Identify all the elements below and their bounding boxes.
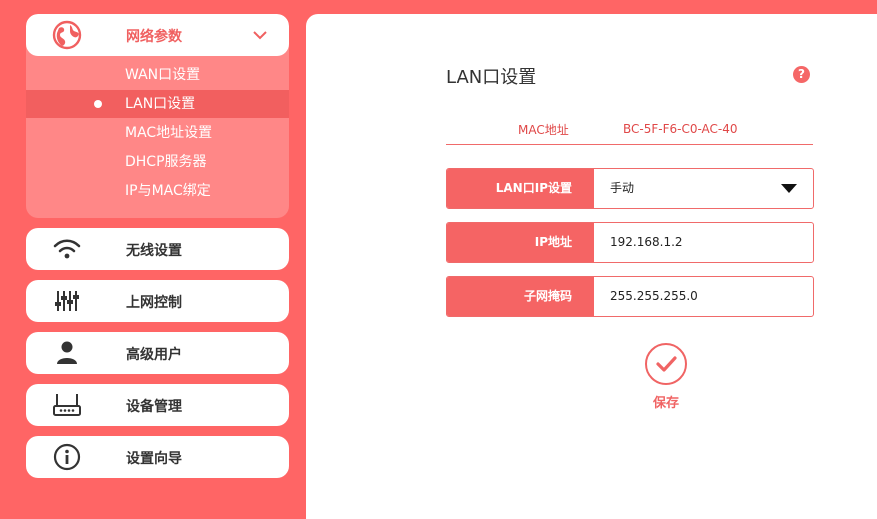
sidebar-item-wan[interactable]: WAN口设置 <box>26 61 289 89</box>
main-panel: LAN口设置 ? MAC地址 BC-5F-F6-C0-AC-40 LAN口IP设… <box>306 14 877 519</box>
sidebar-item-ip-mac-binding[interactable]: IP与MAC绑定 <box>26 177 289 205</box>
nav-label: 上网控制 <box>126 295 182 311</box>
save-label: 保存 <box>652 396 679 411</box>
sidebar: 网络参数 WAN口设置 LAN口设置 MAC地址设置 DHCP服务器 IP与MA… <box>0 0 306 519</box>
nav-label: 高级用户 <box>126 347 182 363</box>
router-icon <box>53 394 81 416</box>
globe-icon <box>52 20 82 50</box>
caret-down-icon[interactable] <box>781 184 797 193</box>
nav-label: 设置向导 <box>126 451 182 467</box>
save-circle[interactable] <box>645 343 687 385</box>
help-icon[interactable]: ? <box>793 66 810 83</box>
mac-address-label: MAC地址 <box>518 123 569 137</box>
nav-label: 设备管理 <box>126 399 182 415</box>
save-button[interactable]: 保存 <box>644 343 688 415</box>
subnet-mask-input[interactable] <box>610 277 800 316</box>
nav-label: 无线设置 <box>126 243 182 259</box>
lan-ip-mode-select[interactable]: 手动 <box>610 169 800 208</box>
sidebar-item-mac[interactable]: MAC地址设置 <box>26 119 289 147</box>
nav-device-management[interactable]: 设备管理 <box>26 384 289 426</box>
nav-wireless[interactable]: 无线设置 <box>26 228 289 270</box>
mac-address-row: MAC地址 BC-5F-F6-C0-AC-40 <box>446 121 813 145</box>
sidebar-item-label: MAC地址设置 <box>125 125 213 141</box>
sidebar-item-label: WAN口设置 <box>125 67 201 83</box>
lan-ip-mode-field[interactable]: LAN口IP设置 手动 <box>446 168 814 209</box>
sidebar-item-dhcp[interactable]: DHCP服务器 <box>26 148 289 176</box>
subnet-mask-label: 子网掩码 <box>447 277 594 316</box>
checkmark-icon <box>656 356 677 372</box>
lan-ip-mode-label: LAN口IP设置 <box>447 169 594 208</box>
sidebar-item-label: LAN口设置 <box>125 96 196 112</box>
chevron-down-icon[interactable] <box>252 28 268 42</box>
ip-address-field: IP地址 <box>446 222 814 263</box>
ip-address-input[interactable] <box>610 223 800 262</box>
mac-address-value: BC-5F-F6-C0-AC-40 <box>623 122 738 136</box>
user-icon <box>57 341 77 364</box>
ip-address-label: IP地址 <box>447 223 594 262</box>
sliders-icon <box>55 291 79 311</box>
nav-advanced-user[interactable]: 高级用户 <box>26 332 289 374</box>
nav-internet-control[interactable]: 上网控制 <box>26 280 289 322</box>
subnet-mask-field: 子网掩码 <box>446 276 814 317</box>
network-params-header[interactable]: 网络参数 <box>26 14 289 56</box>
network-params-label: 网络参数 <box>126 29 182 45</box>
sidebar-item-label: DHCP服务器 <box>125 154 207 170</box>
active-dot-icon <box>94 100 102 108</box>
wifi-icon <box>53 239 81 259</box>
page-title: LAN口设置 <box>446 67 537 88</box>
sidebar-item-lan[interactable]: LAN口设置 <box>26 90 289 118</box>
info-icon <box>53 443 81 471</box>
network-params-group: 网络参数 WAN口设置 LAN口设置 MAC地址设置 DHCP服务器 IP与MA… <box>26 14 289 218</box>
sidebar-item-label: IP与MAC绑定 <box>125 183 211 199</box>
nav-setup-wizard[interactable]: 设置向导 <box>26 436 289 478</box>
